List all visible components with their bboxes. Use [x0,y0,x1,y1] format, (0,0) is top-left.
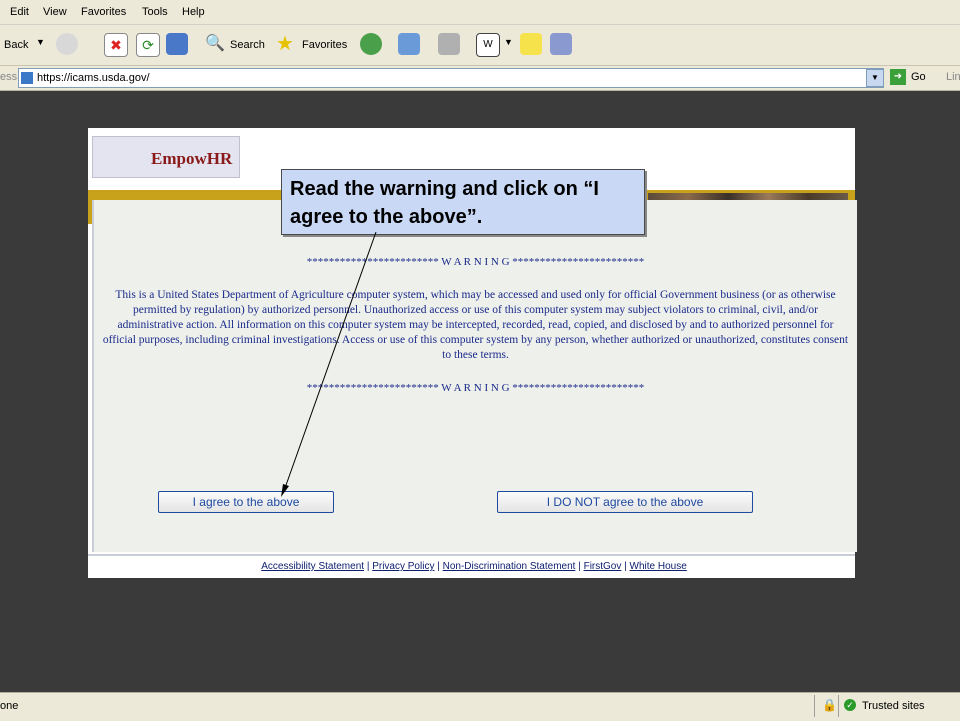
trusted-check-icon: ✓ [844,699,856,711]
zone-label: Trusted sites [862,700,925,712]
callout-arrow [281,231,377,497]
status-bar: one 🔒 ✓ Trusted sites [0,692,960,721]
arrow-line [284,231,377,489]
arrow-head [281,484,289,497]
status-divider [814,695,815,717]
status-divider-2 [838,695,839,717]
status-text: one [0,700,19,712]
lock-icon: 🔒 [822,698,837,712]
